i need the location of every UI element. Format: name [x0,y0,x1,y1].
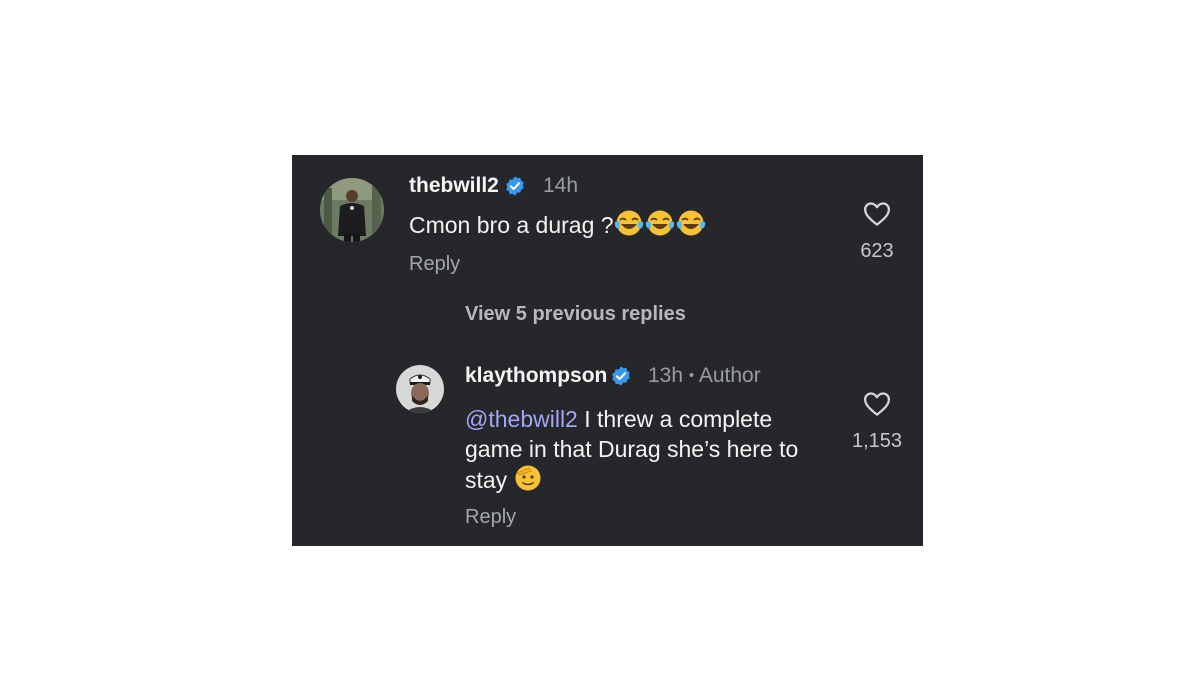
view-previous-replies-button[interactable]: View 5 previous replies [465,303,686,326]
comment-text: Cmon bro a durag ? [409,210,707,244]
joy-emoji [645,210,676,244]
avatar-thebwill2[interactable] [320,178,384,242]
joy-emoji [614,210,645,244]
reply-timestamp: 13h [648,364,684,387]
comment-username[interactable]: thebwill2 [409,174,499,198]
reply-button[interactable]: Reply [465,506,516,529]
avatar-klaythompson[interactable] [396,365,444,413]
like-count: 623 [860,240,894,262]
reply-username[interactable]: klaythompson [465,364,607,388]
meta-separator: • [688,367,695,384]
mention-link[interactable]: @thebwill2 [465,406,578,432]
reply-text: @thebwill2 I threw a complete game in th… [465,404,835,499]
like-count: 1,153 [851,430,903,452]
verified-badge-icon [504,175,526,202]
reply-button[interactable]: Reply [409,253,460,276]
heart-outline-icon[interactable] [862,389,892,424]
saluting-face-emoji [514,464,542,499]
author-badge: Author [698,364,761,387]
heart-outline-icon[interactable] [862,199,892,234]
joy-emoji [676,210,707,244]
comments-panel: thebwill2 14h Cmon bro a durag ? Reply 6… [292,155,923,546]
verified-badge-icon [610,365,632,392]
reply-meta: 13h • Author [648,364,761,388]
comment-text-content: Cmon bro a durag ? [409,212,614,238]
comment-timestamp: 14h [543,174,579,197]
